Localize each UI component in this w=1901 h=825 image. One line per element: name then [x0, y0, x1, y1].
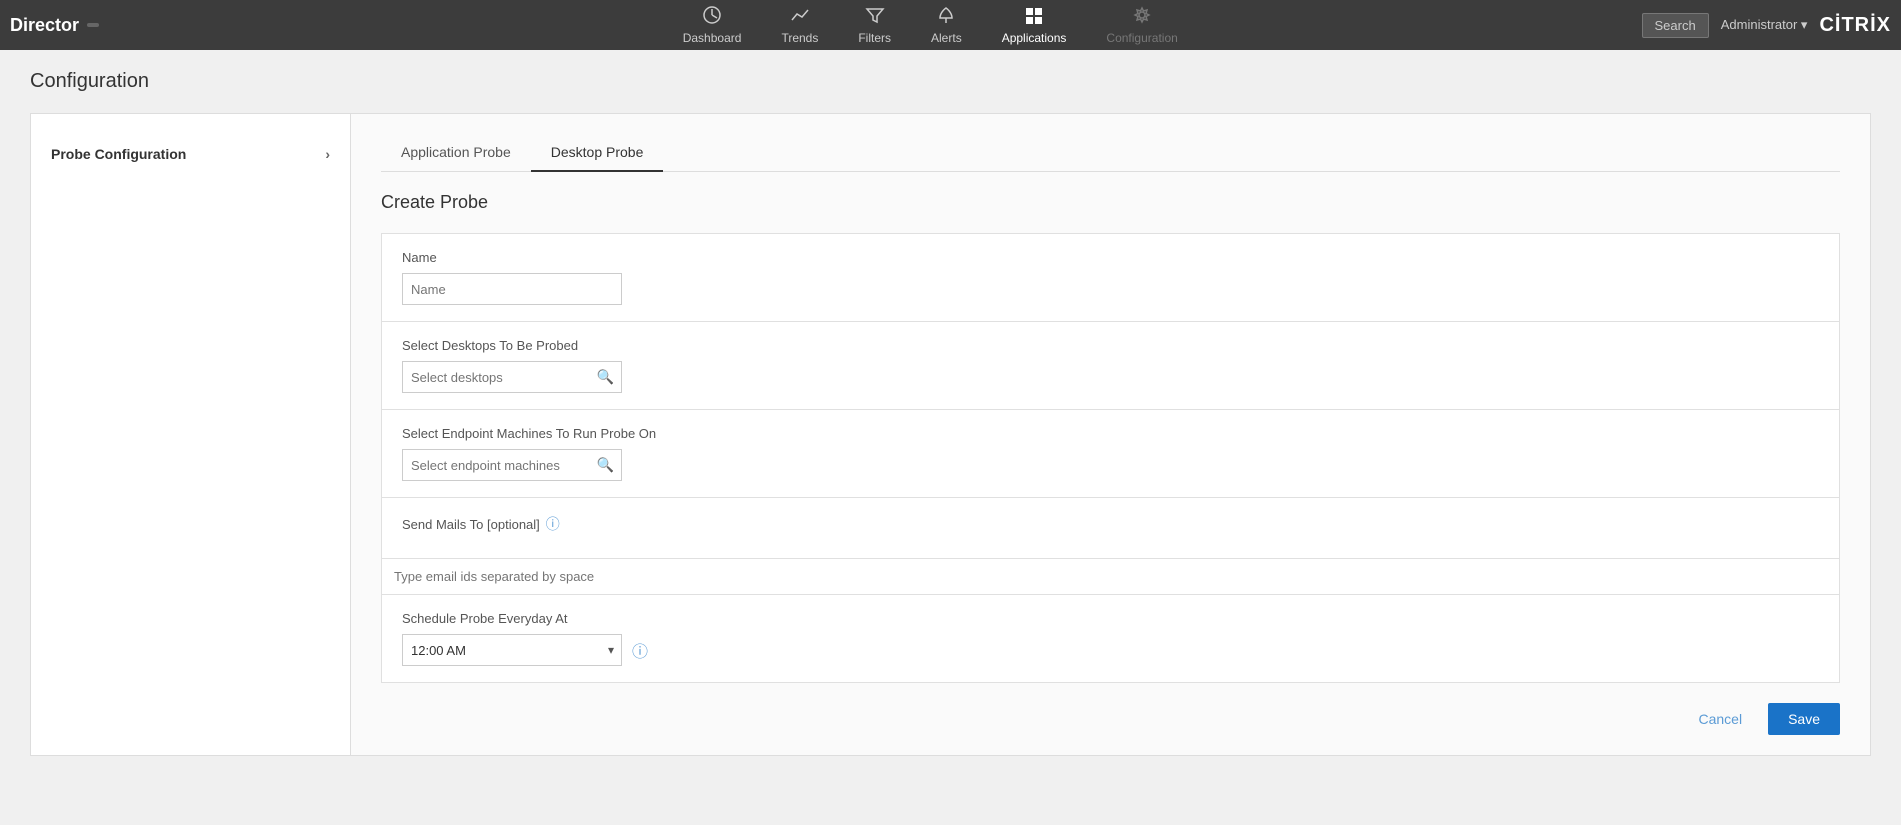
brand-logo: Director — [10, 15, 99, 36]
applications-icon — [1024, 6, 1044, 29]
email-input[interactable] — [382, 558, 1839, 594]
schedule-section-inner: Schedule Probe Everyday At 12:00 AM 1:00… — [382, 595, 1839, 682]
desktops-input[interactable] — [402, 361, 622, 393]
cancel-button[interactable]: Cancel — [1682, 703, 1758, 735]
page-title: Configuration — [30, 70, 1871, 93]
main-panel: Application Probe Desktop Probe Create P… — [351, 114, 1870, 755]
email-section: Send Mails To [optional] ⓘ — [381, 498, 1840, 595]
alerts-icon — [936, 6, 956, 29]
email-section-inner: Send Mails To [optional] ⓘ — [382, 498, 1839, 558]
nav-item-alerts[interactable]: Alerts — [911, 0, 982, 51]
name-section: Name — [381, 233, 1840, 322]
citrix-logo: CİTRİX — [1819, 14, 1891, 37]
endpoint-input[interactable] — [402, 449, 622, 481]
sidebar-item-label: Probe Configuration — [51, 146, 186, 162]
nav-label-applications: Applications — [1002, 31, 1067, 45]
email-label: Send Mails To [optional] ⓘ — [402, 514, 1819, 534]
schedule-label: Schedule Probe Everyday At — [402, 611, 1819, 626]
nav-item-trends[interactable]: Trends — [761, 0, 838, 51]
nav-items: Dashboard Trends Filters Alerts — [219, 0, 1641, 51]
chevron-right-icon: › — [325, 146, 330, 162]
email-label-text: Send Mails To [optional] — [402, 517, 540, 532]
nav-label-filters: Filters — [858, 31, 891, 45]
desktops-input-wrap: 🔍 — [402, 361, 622, 393]
schedule-select[interactable]: 12:00 AM 1:00 AM 2:00 AM 6:00 AM 12:00 P… — [402, 634, 622, 666]
endpoint-label: Select Endpoint Machines To Run Probe On — [402, 426, 1819, 441]
nav-item-dashboard[interactable]: Dashboard — [663, 0, 762, 51]
tab-bar: Application Probe Desktop Probe — [381, 134, 1840, 172]
search-button[interactable]: Search — [1642, 13, 1709, 38]
tab-desktop-probe[interactable]: Desktop Probe — [531, 134, 664, 172]
configuration-icon — [1132, 6, 1152, 29]
trends-icon — [790, 6, 810, 29]
filters-icon — [865, 6, 885, 29]
brand-name: Director — [10, 15, 79, 36]
tab-label-application-probe: Application Probe — [401, 144, 511, 160]
nav-label-alerts: Alerts — [931, 31, 962, 45]
schedule-info-icon[interactable]: ⓘ — [632, 638, 648, 662]
desktops-section: Select Desktops To Be Probed 🔍 — [381, 322, 1840, 410]
nav-item-filters[interactable]: Filters — [838, 0, 911, 51]
name-label: Name — [402, 250, 1819, 265]
page-content: Configuration Probe Configuration › Appl… — [0, 50, 1901, 825]
top-navigation: Director Dashboard Trends Filters — [0, 0, 1901, 50]
form-title: Create Probe — [381, 192, 1840, 213]
footer-actions: Cancel Save — [381, 683, 1840, 735]
sidebar: Probe Configuration › — [31, 114, 351, 755]
schedule-select-wrap: 12:00 AM 1:00 AM 2:00 AM 6:00 AM 12:00 P… — [402, 634, 622, 666]
name-section-inner: Name — [382, 234, 1839, 321]
schedule-section: Schedule Probe Everyday At 12:00 AM 1:00… — [381, 595, 1840, 683]
topnav-right: Search Administrator ▾ CİTRİX — [1642, 13, 1891, 38]
email-info-icon[interactable]: ⓘ — [546, 514, 560, 534]
nav-label-trends: Trends — [781, 31, 818, 45]
dashboard-icon — [702, 6, 722, 29]
desktops-label: Select Desktops To Be Probed — [402, 338, 1819, 353]
tab-application-probe[interactable]: Application Probe — [381, 134, 531, 172]
nav-item-configuration: Configuration — [1086, 0, 1197, 51]
save-button[interactable]: Save — [1768, 703, 1840, 735]
name-input[interactable] — [402, 273, 622, 305]
tab-label-desktop-probe: Desktop Probe — [551, 144, 644, 160]
sidebar-item-probe-configuration[interactable]: Probe Configuration › — [31, 134, 350, 174]
desktops-section-inner: Select Desktops To Be Probed 🔍 — [382, 322, 1839, 409]
main-layout: Probe Configuration › Application Probe … — [30, 113, 1871, 756]
brand-badge — [87, 23, 99, 27]
nav-label-configuration: Configuration — [1106, 31, 1177, 45]
nav-item-applications[interactable]: Applications — [982, 0, 1087, 51]
schedule-row: 12:00 AM 1:00 AM 2:00 AM 6:00 AM 12:00 P… — [402, 634, 1819, 666]
endpoint-section: Select Endpoint Machines To Run Probe On… — [381, 410, 1840, 498]
endpoint-section-inner: Select Endpoint Machines To Run Probe On… — [382, 410, 1839, 497]
endpoint-input-wrap: 🔍 — [402, 449, 622, 481]
admin-menu[interactable]: Administrator ▾ — [1721, 17, 1808, 33]
nav-label-dashboard: Dashboard — [683, 31, 742, 45]
